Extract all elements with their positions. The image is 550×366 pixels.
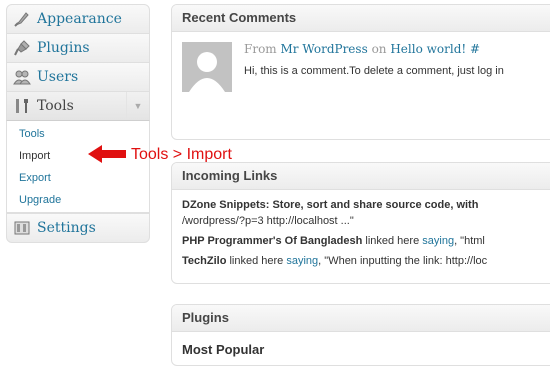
menu-settings[interactable]: Settings — [6, 213, 150, 243]
list-item-continued: /wordpress/?p=3 http://localhost ..." — [182, 215, 354, 227]
link-source[interactable]: TechZilo — [182, 255, 226, 267]
tools-icon — [12, 96, 32, 116]
link-excerpt: , "html — [454, 235, 485, 247]
submenu-tools[interactable]: Tools — [7, 123, 149, 145]
from-text: From — [244, 42, 277, 56]
comment-permalink[interactable]: # — [470, 42, 480, 56]
menu-appearance-label: Appearance — [37, 11, 122, 27]
link-title[interactable]: DZone Snippets: Store, sort and share so… — [182, 199, 478, 211]
list-item: DZone Snippets: Store, sort and share so… — [182, 197, 550, 213]
comment-post-link[interactable]: Hello world! — [390, 42, 466, 56]
avatar — [182, 42, 232, 92]
tools-submenu: Tools Import Export Upgrade — [6, 121, 150, 213]
submenu-upgrade[interactable]: Upgrade — [7, 189, 149, 211]
comment-meta: From Mr WordPress on Hello world! # — [244, 42, 480, 56]
triangle-down-icon[interactable]: ▼ — [126, 92, 149, 120]
incoming-links-title[interactable]: Incoming Links — [172, 163, 550, 190]
linked-here-text: linked here — [365, 235, 420, 247]
red-arrow-icon — [88, 145, 126, 163]
list-item: TechZilo linked here saying, "When input… — [182, 253, 550, 269]
link-excerpt: , "When inputting the link: http://loc — [318, 255, 488, 267]
menu-users[interactable]: Users — [6, 63, 150, 92]
link-source[interactable]: PHP Programmer's Of Bangladesh — [182, 235, 362, 247]
plugins-widget: Plugins Most Popular — [171, 304, 550, 366]
menu-tools[interactable]: Tools ▼ — [6, 92, 150, 121]
submenu-export[interactable]: Export — [7, 167, 149, 189]
saying-link[interactable]: saying — [422, 235, 454, 247]
menu-plugins-label: Plugins — [37, 40, 90, 56]
menu-settings-label: Settings — [37, 220, 96, 236]
menu-users-label: Users — [37, 69, 79, 85]
menu-plugins[interactable]: Plugins — [6, 34, 150, 63]
linked-here-text: linked here — [229, 255, 284, 267]
recent-comments-widget: Recent Comments From Mr WordPress on Hel… — [171, 4, 550, 140]
comment-author-link[interactable]: Mr WordPress — [281, 42, 368, 56]
comment-item: From Mr WordPress on Hello world! # Hi, … — [172, 32, 550, 132]
users-icon — [12, 67, 32, 87]
most-popular-heading: Most Popular — [182, 342, 265, 357]
settings-icon — [12, 218, 32, 238]
admin-sidebar: Appearance Plugins Users Tools ▼ Tools I… — [6, 4, 150, 243]
list-item: PHP Programmer's Of Bangladesh linked he… — [182, 233, 550, 249]
recent-comments-title[interactable]: Recent Comments — [172, 5, 550, 32]
on-text: on — [371, 42, 387, 56]
plugins-icon — [12, 38, 32, 58]
appearance-icon — [12, 9, 32, 29]
plugins-title[interactable]: Plugins — [172, 305, 550, 332]
menu-appearance[interactable]: Appearance — [6, 4, 150, 34]
menu-tools-label: Tools — [37, 98, 74, 114]
incoming-links-widget: Incoming Links DZone Snippets: Store, so… — [171, 162, 550, 284]
saying-link[interactable]: saying — [286, 255, 318, 267]
comment-excerpt: Hi, this is a comment.To delete a commen… — [244, 65, 504, 77]
